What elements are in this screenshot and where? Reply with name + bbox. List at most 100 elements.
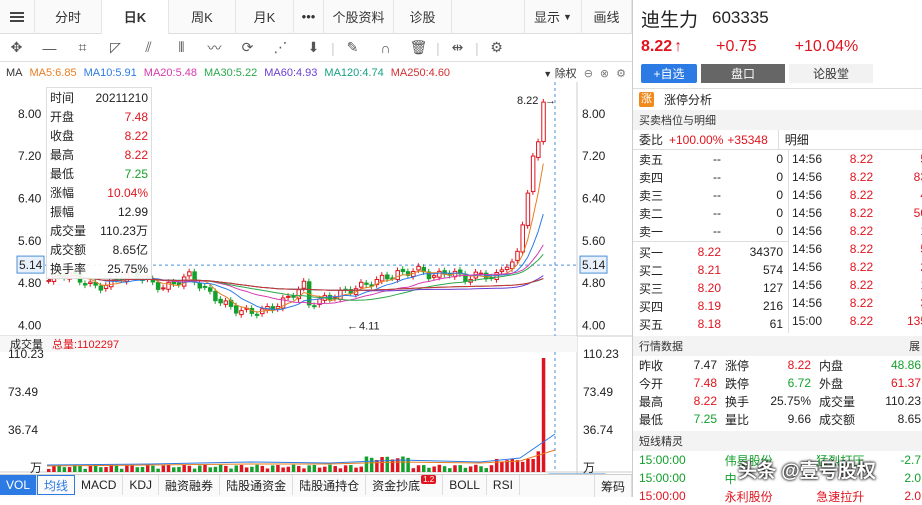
stock-code: 603335 (712, 8, 769, 27)
volume-bar (416, 465, 421, 472)
limit-analysis-row[interactable]: 涨 涨停分析 (633, 88, 922, 110)
wave-tool-icon[interactable]: 〰 (198, 34, 231, 62)
indicator-tab[interactable]: 陆股通持仓 (293, 475, 367, 495)
eraser-icon[interactable]: ✎ (336, 34, 369, 62)
trade-time: 14:56 (792, 224, 823, 238)
indicator-tab[interactable]: 融资融券 (159, 475, 221, 495)
level-name: 卖五 (639, 152, 664, 167)
volume-bar (192, 468, 197, 472)
info-value: 25.75% (107, 261, 148, 276)
arrow-down-tool-icon[interactable]: ⬇ (297, 34, 330, 62)
market-value: 8.22 (787, 358, 812, 372)
market-key: 跌停 (725, 376, 750, 391)
indicator-tab[interactable]: 资金抄底 1.2 (366, 474, 444, 495)
volume-bar (166, 464, 171, 472)
sprite-time: 15:00:00 (639, 489, 686, 503)
kline-chart-area[interactable]: 8.00 8.00 7.20 7.20 6.40 6.40 5.60 5.60 4.80 4.80… (0, 82, 632, 497)
crosshair-icon[interactable]: ✥ (0, 34, 33, 62)
candle-body (536, 141, 541, 158)
trade-detail-row: 14:56 8.22 1 (789, 276, 922, 294)
market-value: 6.72 (787, 376, 812, 390)
tab-daily-k[interactable]: 日K (102, 0, 169, 34)
sprite-time: 15:00:00 (639, 471, 686, 485)
price-tick-right: 6.40 (582, 191, 606, 205)
trade-time: 14:56 (792, 152, 823, 166)
tab-forum[interactable]: 论股堂 (789, 63, 873, 83)
info-row: 成交量 110.23万 (47, 221, 151, 240)
market-data-row: 昨收 7.47 涨停 8.22 内盘 48.86 (633, 356, 922, 374)
volume-bar (401, 456, 405, 472)
adjust-dropdown[interactable]: ▼ 除权 (543, 65, 576, 81)
volume-bar (437, 464, 442, 472)
chips-button[interactable]: 筹码 (593, 475, 632, 497)
volume-bar (218, 464, 223, 472)
channel-tool-icon[interactable]: ⫽ (132, 34, 165, 62)
trade-volume: 83 (913, 170, 922, 184)
candle-body (385, 274, 390, 280)
volume-bar (302, 468, 306, 472)
tab-company-info[interactable]: 个股资料 (324, 0, 394, 34)
trash-icon[interactable]: 🗑 (402, 34, 435, 62)
level-price: -- (713, 224, 721, 238)
indicator-tab-label: BOLL (449, 478, 480, 492)
level-volume: 34370 (749, 245, 783, 259)
sprite-row[interactable]: 15:00:00 永利股份 急速拉升 2.0 (633, 487, 922, 505)
candle-body (312, 305, 317, 308)
market-value: 8.22 (693, 394, 717, 408)
volume-bar (458, 465, 462, 472)
tab-monthly-k[interactable]: 月K (236, 0, 294, 34)
candle-body (520, 224, 525, 253)
volume-bar (526, 458, 530, 472)
tab-diagnosis[interactable]: 诊股 (394, 0, 452, 34)
indicator-tab-label: 资金抄底 (372, 478, 421, 493)
tab-more[interactable]: ••• (294, 0, 324, 34)
cycle-tool-icon[interactable]: ⟳ (231, 34, 264, 62)
settings-icon[interactable]: ⚙ (616, 67, 626, 80)
trade-detail-row: 14:56 8.22 5 (789, 240, 922, 258)
tab-pankou[interactable]: 盘口 (701, 63, 785, 83)
trade-price: 8.22 (849, 260, 874, 274)
indicator-tab[interactable]: RSI (487, 475, 520, 495)
tab-intraday[interactable]: 分时 (35, 0, 102, 34)
period-tool-icon[interactable]: ⦀ (165, 34, 198, 62)
indicator-tab[interactable]: KDJ (123, 475, 160, 495)
candle-body (530, 155, 536, 193)
compress-icon[interactable]: ⇹ (441, 34, 474, 62)
settings-gear-icon[interactable]: ⚙ (480, 34, 513, 62)
magnet-icon[interactable]: ∩ (369, 34, 402, 62)
candle-body (301, 280, 307, 289)
indicator-tab[interactable]: 均线 (37, 475, 76, 495)
volume-bar (114, 465, 119, 472)
line-tool-icon[interactable]: — (33, 34, 66, 62)
tab-weekly-k[interactable]: 周K (169, 0, 236, 34)
indicator-tab[interactable]: VOL (0, 475, 38, 495)
window-menu-button[interactable] (0, 0, 35, 34)
display-dropdown[interactable]: 显示 ▼ (524, 0, 582, 34)
indicator-tab[interactable]: 陆股通资金 (220, 475, 294, 495)
minus-circle-icon[interactable]: ⊖ (584, 67, 593, 80)
info-key: 开盘 (50, 110, 75, 124)
market-key: 外盘 (819, 376, 844, 391)
level-name: 买一 (639, 245, 664, 260)
indicator-tab[interactable]: BOLL (443, 475, 487, 495)
market-key: 换手 (725, 394, 750, 409)
volume-bar (286, 466, 291, 472)
draw-line-button[interactable]: 画线 (582, 0, 632, 34)
volume-bar (151, 465, 155, 472)
add-watchlist-button[interactable]: +自选 (641, 63, 697, 83)
crop-tool-icon[interactable]: ⌗ (66, 34, 99, 62)
indicator-tab[interactable]: MACD (75, 475, 124, 495)
info-row: 最高 8.22 (47, 145, 151, 164)
market-data-expand[interactable]: 展 (909, 338, 920, 354)
gann-tool-icon[interactable]: ⋰ (264, 34, 297, 62)
market-value: 8.65 (897, 412, 921, 426)
fan-tool-icon[interactable]: ◸ (99, 34, 132, 62)
indicator-tab-label: 均线 (44, 478, 69, 493)
level-volume: 0 (776, 152, 783, 166)
chevron-down-icon-2: ▼ (543, 69, 555, 79)
candle-body (223, 300, 229, 305)
volume-bar (520, 461, 525, 472)
close-circle-icon[interactable]: ⊗ (600, 67, 609, 80)
info-key: 成交额 (50, 243, 87, 257)
info-value: 12.99 (117, 204, 148, 219)
